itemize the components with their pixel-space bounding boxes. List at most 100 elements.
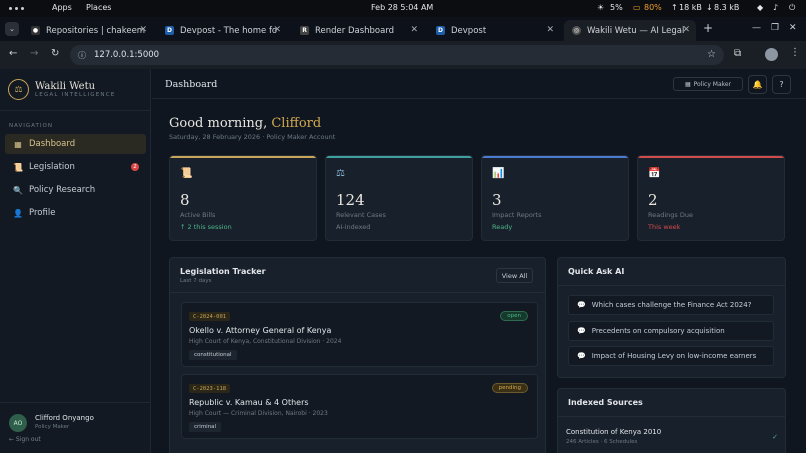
stat-label: Relevant Cases <box>336 211 386 219</box>
role-label: Policy Maker <box>693 80 732 88</box>
panel-subtitle: Last 7 days <box>180 278 212 284</box>
tab-repositories[interactable]: ● Repositories | chakeem ✕ <box>23 20 153 41</box>
tab-close-icon[interactable]: ✕ <box>273 25 281 35</box>
stat-label: Active Bills <box>180 211 216 219</box>
help-button[interactable]: ? <box>772 75 791 94</box>
scroll-icon: 📜 <box>13 162 23 172</box>
case-id: C-2023-118 <box>189 384 231 393</box>
accent-bar <box>326 156 472 158</box>
bell-icon: 🔔 <box>752 80 763 89</box>
indexed-sources-panel: Indexed Sources Constitution of Kenya 20… <box>557 388 786 453</box>
greeting: Good morning, Clifford <box>169 116 321 131</box>
stat-value: 8 <box>180 191 190 209</box>
page-title: Dashboard <box>165 79 218 90</box>
user-role: Policy Maker <box>35 424 70 430</box>
source-item[interactable]: Constitution of Kenya 2010 246 Articles … <box>566 428 778 445</box>
devpost-icon: D <box>436 26 445 35</box>
site-info-icon[interactable]: ⓘ <box>78 50 86 61</box>
bookmark-star-icon[interactable]: ☆ <box>707 49 716 60</box>
power-icon[interactable]: ⏻ <box>789 3 795 13</box>
stat-sub: ↑ 2 this session <box>180 223 232 231</box>
volume-icon[interactable]: ♪ <box>773 3 778 12</box>
clock[interactable]: Feb 28 5:04 AM <box>371 3 433 12</box>
sidebar-item-label: Legislation <box>29 162 75 172</box>
stat-sub: Ready <box>492 223 513 231</box>
role-button[interactable]: ▦ Policy Maker <box>673 77 743 91</box>
sidebar-item-policy-research[interactable]: 🔍 Policy Research <box>5 180 146 200</box>
stat-card-impact-reports[interactable]: 📊 3 Impact Reports Ready <box>481 155 629 241</box>
tab-render-dashboard[interactable]: R Render Dashboard ✕ <box>292 20 424 41</box>
restore-icon[interactable]: ❐ <box>771 23 779 33</box>
app-header: Dashboard ▦ Policy Maker 🔔 ? <box>152 69 806 99</box>
tab-devpost[interactable]: D Devpost ✕ <box>428 20 560 41</box>
brand[interactable]: ⚖ Wakili Wetu LEGAL INTELLIGENCE <box>8 79 115 100</box>
legislation-tracker-panel: Legislation Tracker Last 7 days View All… <box>169 257 546 453</box>
case-item[interactable]: C-2024-001 open Okello v. Attorney Gener… <box>181 302 538 367</box>
sign-out-link[interactable]: ← Sign out <box>9 436 41 443</box>
question-text: Which cases challenge the Finance Act 20… <box>591 301 752 309</box>
stat-sub: AI-indexed <box>336 223 371 231</box>
new-tab-button[interactable]: + <box>703 21 713 35</box>
minimize-icon[interactable]: — <box>752 23 761 33</box>
accent-bar <box>170 156 316 158</box>
accent-bar <box>482 156 628 158</box>
tab-title: Devpost - The home fo <box>180 25 278 36</box>
tab-title: Render Dashboard <box>315 25 395 36</box>
building-icon: ▦ <box>684 80 691 88</box>
scales-icon: ⚖ <box>336 168 345 179</box>
case-title: Republic v. Kamau & 4 Others <box>189 398 309 407</box>
battery-icon: ▭ <box>633 3 641 12</box>
tab-title: Repositories | chakeem <box>46 25 146 36</box>
quick-question-button[interactable]: 💬 Precedents on compulsory acquisition <box>568 321 774 341</box>
nav-section-label: NAVIGATION <box>9 123 53 129</box>
stat-label: Impact Reports <box>492 211 542 219</box>
case-tag: constitutional <box>189 350 237 360</box>
back-icon[interactable]: ← <box>9 48 17 59</box>
reload-icon[interactable]: ↻ <box>51 48 59 59</box>
case-item[interactable]: C-2023-118 pending Republic v. Kamau & 4… <box>181 374 538 439</box>
stat-card-active-bills[interactable]: 📜 8 Active Bills ↑ 2 this session <box>169 155 317 241</box>
extensions-icon[interactable]: ⧉ <box>734 48 741 59</box>
user-icon: 👤 <box>13 208 23 218</box>
bar-chart-icon: 📊 <box>492 168 505 179</box>
avatar[interactable]: AO <box>9 414 27 432</box>
notifications-button[interactable]: 🔔 <box>748 75 767 94</box>
tab-close-icon[interactable]: ✕ <box>682 25 690 35</box>
profile-avatar-icon[interactable] <box>765 48 778 61</box>
view-all-button[interactable]: View All <box>496 268 533 283</box>
stat-value: 2 <box>648 191 658 209</box>
sidebar-item-profile[interactable]: 👤 Profile <box>5 203 146 223</box>
tab-search-button[interactable]: ⌄ <box>5 22 19 36</box>
divider <box>170 292 545 293</box>
wifi-icon[interactable]: ◆ <box>757 3 763 12</box>
quick-ask-panel: Quick Ask AI 💬 Which cases challenge the … <box>557 257 786 378</box>
brightness-value: 5% <box>610 3 623 12</box>
divider <box>558 416 785 417</box>
stat-card-readings-due[interactable]: 📅 2 Readings Due This week <box>637 155 785 241</box>
status-badge: pending <box>491 383 528 393</box>
stat-card-relevant-cases[interactable]: ⚖ 124 Relevant Cases AI-indexed <box>325 155 473 241</box>
divider <box>558 285 785 286</box>
places-menu[interactable]: Places <box>86 3 111 12</box>
workspace-dots-icon[interactable] <box>9 7 24 10</box>
forward-icon[interactable]: → <box>30 48 38 59</box>
sidebar-item-dashboard[interactable]: ▦ Dashboard <box>5 134 146 154</box>
tab-devpost-home[interactable]: D Devpost - The home fo ✕ <box>157 20 287 41</box>
quick-question-button[interactable]: 💬 Which cases challenge the Finance Act 2… <box>568 295 774 315</box>
case-id: C-2024-001 <box>189 312 231 321</box>
tab-close-icon[interactable]: ✕ <box>410 25 418 35</box>
net-up-value: 18 kB <box>679 3 702 12</box>
tab-close-icon[interactable]: ✕ <box>546 25 554 35</box>
sidebar: ⚖ Wakili Wetu LEGAL INTELLIGENCE NAVIGAT… <box>0 69 151 453</box>
tab-close-icon[interactable]: ✕ <box>139 25 147 35</box>
window-close-icon[interactable]: ✕ <box>789 23 797 33</box>
sidebar-item-legislation[interactable]: 📜 Legislation 2 <box>5 157 146 177</box>
tab-wakili-wetu[interactable]: ◎ Wakili Wetu — AI Legal ✕ <box>564 20 696 41</box>
apps-menu[interactable]: Apps <box>52 3 72 12</box>
globe-icon: ◎ <box>572 26 581 35</box>
url-bar[interactable]: ⓘ 127.0.0.1:5000 ☆ <box>70 45 724 65</box>
chat-bubble-icon: 💬 <box>577 352 586 360</box>
browser-menu-icon[interactable]: ⋮ <box>790 47 800 58</box>
quick-question-button[interactable]: 💬 Impact of Housing Levy on low-income ea… <box>568 346 774 366</box>
github-icon: ● <box>31 26 40 35</box>
